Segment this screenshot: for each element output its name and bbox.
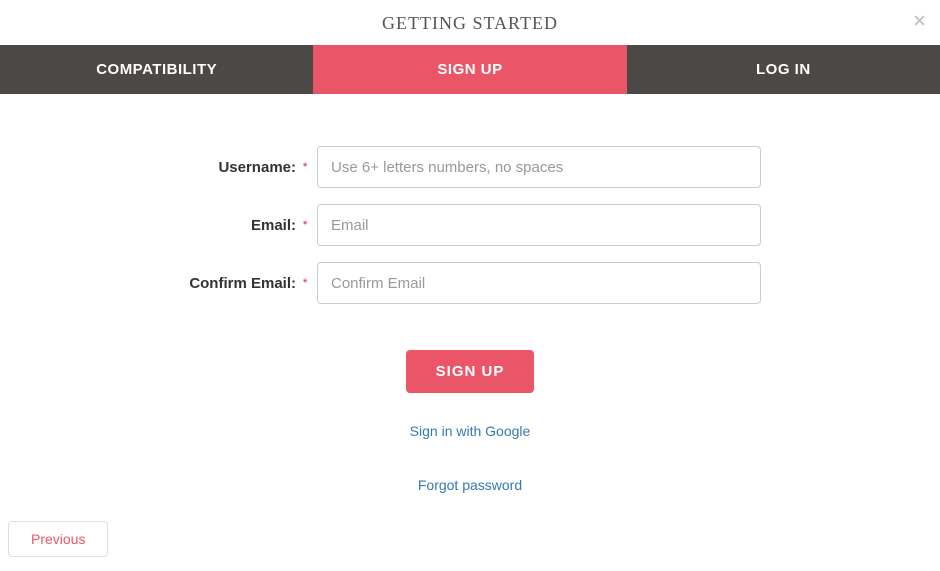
modal-title: GETTING STARTED: [382, 13, 558, 33]
previous-button[interactable]: Previous: [8, 521, 108, 557]
close-icon[interactable]: ×: [913, 10, 926, 32]
google-signin-row: Sign in with Google: [0, 423, 940, 441]
tab-compatibility[interactable]: COMPATIBILITY: [0, 45, 313, 94]
tab-bar: COMPATIBILITY SIGN UP LOG IN: [0, 45, 940, 94]
confirm-email-row: Confirm Email: *: [0, 262, 940, 304]
required-indicator: *: [303, 219, 317, 231]
tab-signup[interactable]: SIGN UP: [313, 45, 626, 94]
confirm-email-input[interactable]: [317, 262, 761, 304]
username-input[interactable]: [317, 146, 761, 188]
modal-header: GETTING STARTED ×: [0, 0, 940, 45]
forgot-password-link[interactable]: Forgot password: [418, 477, 522, 493]
email-row: Email: *: [0, 204, 940, 246]
google-signin-link[interactable]: Sign in with Google: [410, 423, 531, 439]
email-label: Email:: [0, 217, 300, 234]
signup-form: Username: * Email: * Confirm Email: * SI…: [0, 94, 940, 495]
required-indicator: *: [303, 161, 317, 173]
form-actions: SIGN UP: [0, 350, 940, 393]
tab-login[interactable]: LOG IN: [627, 45, 940, 94]
confirm-email-label: Confirm Email:: [0, 275, 300, 292]
required-indicator: *: [303, 277, 317, 289]
username-row: Username: *: [0, 146, 940, 188]
username-label: Username:: [0, 159, 300, 176]
forgot-password-row: Forgot password: [0, 477, 940, 495]
signup-button[interactable]: SIGN UP: [406, 350, 535, 393]
email-input[interactable]: [317, 204, 761, 246]
